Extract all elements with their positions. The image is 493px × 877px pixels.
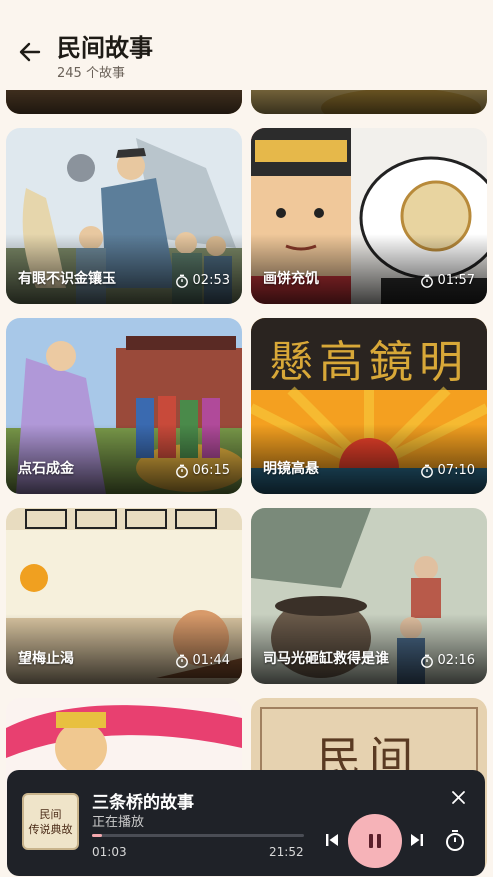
- story-card[interactable]: 望梅止渴 01:44: [6, 508, 242, 684]
- duration-text: 01:44: [192, 653, 230, 668]
- progress-fill: [92, 834, 103, 837]
- story-duration: 07:10: [420, 463, 475, 478]
- story-duration: 02:16: [420, 653, 475, 668]
- story-card[interactable]: 懸高鏡明 明镜高悬 07:10: [251, 318, 487, 494]
- total-time: 21:52: [269, 845, 304, 859]
- timer-icon: [175, 464, 188, 478]
- duration-text: 02:53: [192, 273, 230, 288]
- sleep-timer-icon[interactable]: [444, 828, 466, 852]
- story-card[interactable]: 画饼充饥 01:57: [251, 128, 487, 304]
- timer-icon: [175, 274, 188, 288]
- story-duration: 01:57: [420, 273, 475, 288]
- now-playing-title: 三条桥的故事: [92, 793, 194, 813]
- story-card[interactable]: 司马光砸缸救得是谁 02:16: [251, 508, 487, 684]
- skip-next-icon[interactable]: [408, 831, 426, 849]
- duration-text: 01:57: [437, 273, 475, 288]
- progress-bar[interactable]: [92, 834, 304, 837]
- duration-text: 06:15: [192, 463, 230, 478]
- story-title: 点石成金: [18, 461, 74, 477]
- story-title: 有眼不识金镶玉: [18, 271, 116, 287]
- story-grid: 有眼不识金镶玉 02:53 画饼充饥 01:57 点石成金 06:15 懸高鏡明…: [0, 0, 493, 877]
- pause-icon: [369, 834, 381, 848]
- duration-text: 07:10: [437, 463, 475, 478]
- story-duration: 01:44: [175, 653, 230, 668]
- story-card[interactable]: 点石成金 06:15: [6, 318, 242, 494]
- back-arrow-icon[interactable]: [16, 38, 44, 66]
- album-cover[interactable]: 民间 传说典故: [22, 793, 79, 850]
- current-time: 01:03: [92, 845, 127, 859]
- app-header: 民间故事 245 个故事: [0, 0, 493, 90]
- skip-previous-icon[interactable]: [323, 831, 341, 849]
- timer-icon: [420, 274, 433, 288]
- cover-line2: 传说典故: [28, 822, 73, 836]
- story-duration: 06:15: [175, 463, 230, 478]
- story-title: 画饼充饥: [263, 271, 319, 287]
- duration-text: 02:16: [437, 653, 475, 668]
- story-title: 司马光砸缸救得是谁: [263, 651, 389, 667]
- story-card[interactable]: 有眼不识金镶玉 02:53: [6, 128, 242, 304]
- timer-icon: [420, 464, 433, 478]
- cover-line1: 民间: [39, 807, 62, 821]
- pause-button[interactable]: [348, 814, 402, 868]
- story-title: 望梅止渴: [18, 651, 74, 667]
- story-title: 明镜高悬: [263, 461, 319, 477]
- story-count: 245 个故事: [57, 66, 125, 81]
- page-title: 民间故事: [57, 34, 153, 62]
- close-icon[interactable]: [451, 790, 466, 805]
- mini-player[interactable]: 民间 传说典故 三条桥的故事 正在播放 01:03 21:52: [7, 770, 485, 876]
- timer-icon: [175, 654, 188, 668]
- timer-icon: [420, 654, 433, 668]
- playback-status: 正在播放: [92, 815, 145, 830]
- mirror-plaque-text: 懸高鏡明: [269, 337, 469, 388]
- story-duration: 02:53: [175, 273, 230, 288]
